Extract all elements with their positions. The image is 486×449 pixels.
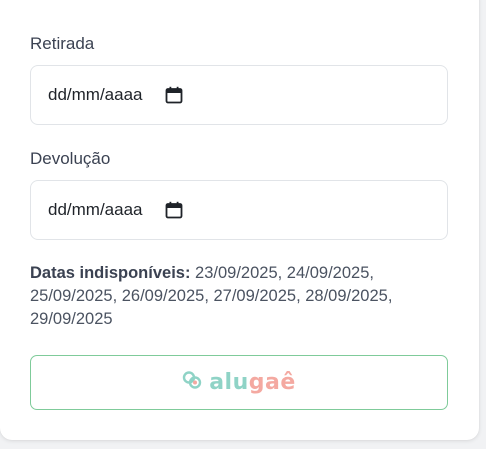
unavailable-dates-label: Datas indisponíveis: <box>30 264 191 282</box>
booking-card: Retirada dd/mm/aaaa Devolução dd/mm/aaaa… <box>0 0 479 440</box>
unavailable-dates-line1: 23/09/2025, 24/09/2025, <box>190 264 374 282</box>
unavailable-dates-line3: 29/09/2025 <box>30 310 113 328</box>
calendar-icon[interactable] <box>165 86 183 104</box>
return-date-placeholder: dd/mm/aaaa <box>48 200 143 219</box>
return-label: Devolução <box>30 149 111 168</box>
calendar-icon[interactable] <box>165 201 183 219</box>
alugae-button[interactable]: alugaê <box>30 355 448 410</box>
alugae-logo: alugaê <box>182 370 296 395</box>
unavailable-dates: Datas indisponíveis: 23/09/2025, 24/09/2… <box>30 262 430 331</box>
pickup-date-placeholder: dd/mm/aaaa <box>48 85 143 104</box>
pickup-date-input[interactable]: dd/mm/aaaa <box>30 65 448 125</box>
pickup-label: Retirada <box>30 34 95 53</box>
return-date-input[interactable]: dd/mm/aaaa <box>30 180 448 240</box>
alugae-wordmark: alugaê <box>209 370 296 395</box>
unavailable-dates-line2: 25/09/2025, 26/09/2025, 27/09/2025, 28/0… <box>30 287 393 305</box>
alugae-symbol-icon <box>182 370 202 395</box>
